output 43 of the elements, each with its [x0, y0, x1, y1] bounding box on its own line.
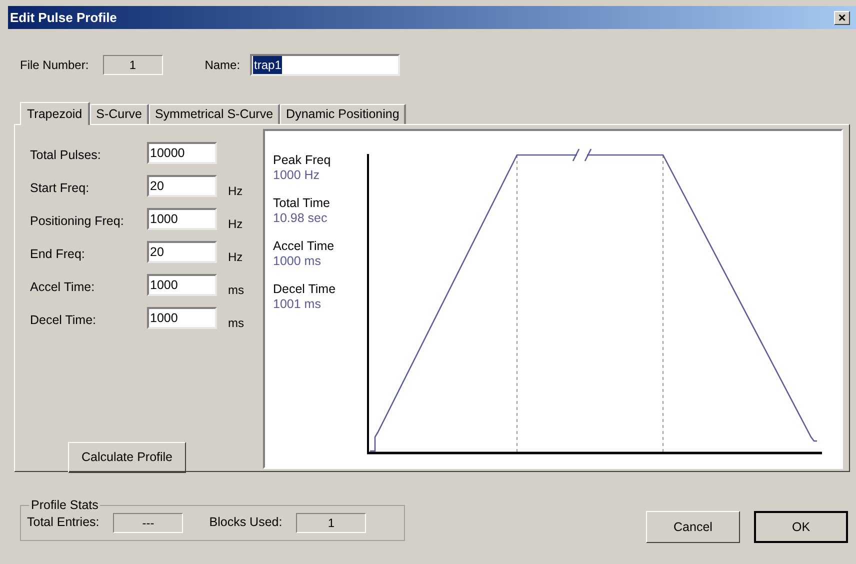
field-label: Total Pulses: [30, 147, 102, 164]
unit-label: Hz [228, 249, 243, 266]
field-label: End Freq: [30, 246, 86, 263]
unit-label: Hz [228, 183, 243, 200]
tab[interactable]: Trapezoid [20, 102, 90, 125]
field-label: Blocks Used: [209, 514, 282, 532]
file-number-field: 1 [102, 55, 163, 75]
field-label: File Number: [20, 57, 89, 74]
tab[interactable]: S-Curve [90, 104, 149, 124]
calculate-profile-button[interactable]: Calculate Profile [68, 442, 186, 473]
stat-label: Decel Time [273, 282, 337, 297]
number-input[interactable]: 1000 [147, 274, 217, 296]
tab[interactable]: Dynamic Positioning [280, 104, 406, 124]
stat-value: 1000 Hz [273, 168, 321, 183]
stat-label: Accel Time [273, 239, 336, 254]
number-input[interactable]: 1000 [147, 307, 217, 329]
stat-label: Peak Freq [273, 153, 332, 168]
stat-value: 1000 ms [273, 254, 322, 269]
stat-value: 10.98 sec [273, 211, 328, 226]
name-input[interactable]: trap1 [250, 54, 400, 76]
field-label: Positioning Freq: [30, 213, 125, 230]
readonly-field: --- [113, 512, 184, 533]
dialog-button[interactable]: Cancel [646, 511, 740, 543]
field-label: Name: [204, 57, 240, 74]
readonly-field: 1 [296, 512, 366, 533]
number-input[interactable]: 10000 [147, 142, 217, 164]
field-label: Total Entries: [27, 514, 100, 532]
field-label: Accel Time: [30, 279, 96, 296]
number-input[interactable]: 20 [147, 175, 217, 197]
unit-label: Hz [228, 216, 243, 233]
tab[interactable]: Symmetrical S-Curve [148, 104, 280, 124]
unit-label: ms [228, 315, 244, 332]
close-button[interactable]: × [834, 10, 850, 24]
number-input[interactable]: 20 [147, 241, 217, 263]
stat-label: Total Time [273, 196, 331, 211]
field-label: Start Freq: [30, 180, 90, 197]
number-input[interactable]: 1000 [147, 208, 217, 230]
group-title: Profile Stats [30, 497, 100, 514]
stat-value: 1001 ms [273, 297, 322, 312]
window-title: Edit Pulse Profile [10, 8, 117, 27]
dialog-button[interactable]: OK [754, 511, 848, 543]
field-label: Decel Time: [30, 312, 97, 329]
unit-label: ms [228, 282, 244, 299]
